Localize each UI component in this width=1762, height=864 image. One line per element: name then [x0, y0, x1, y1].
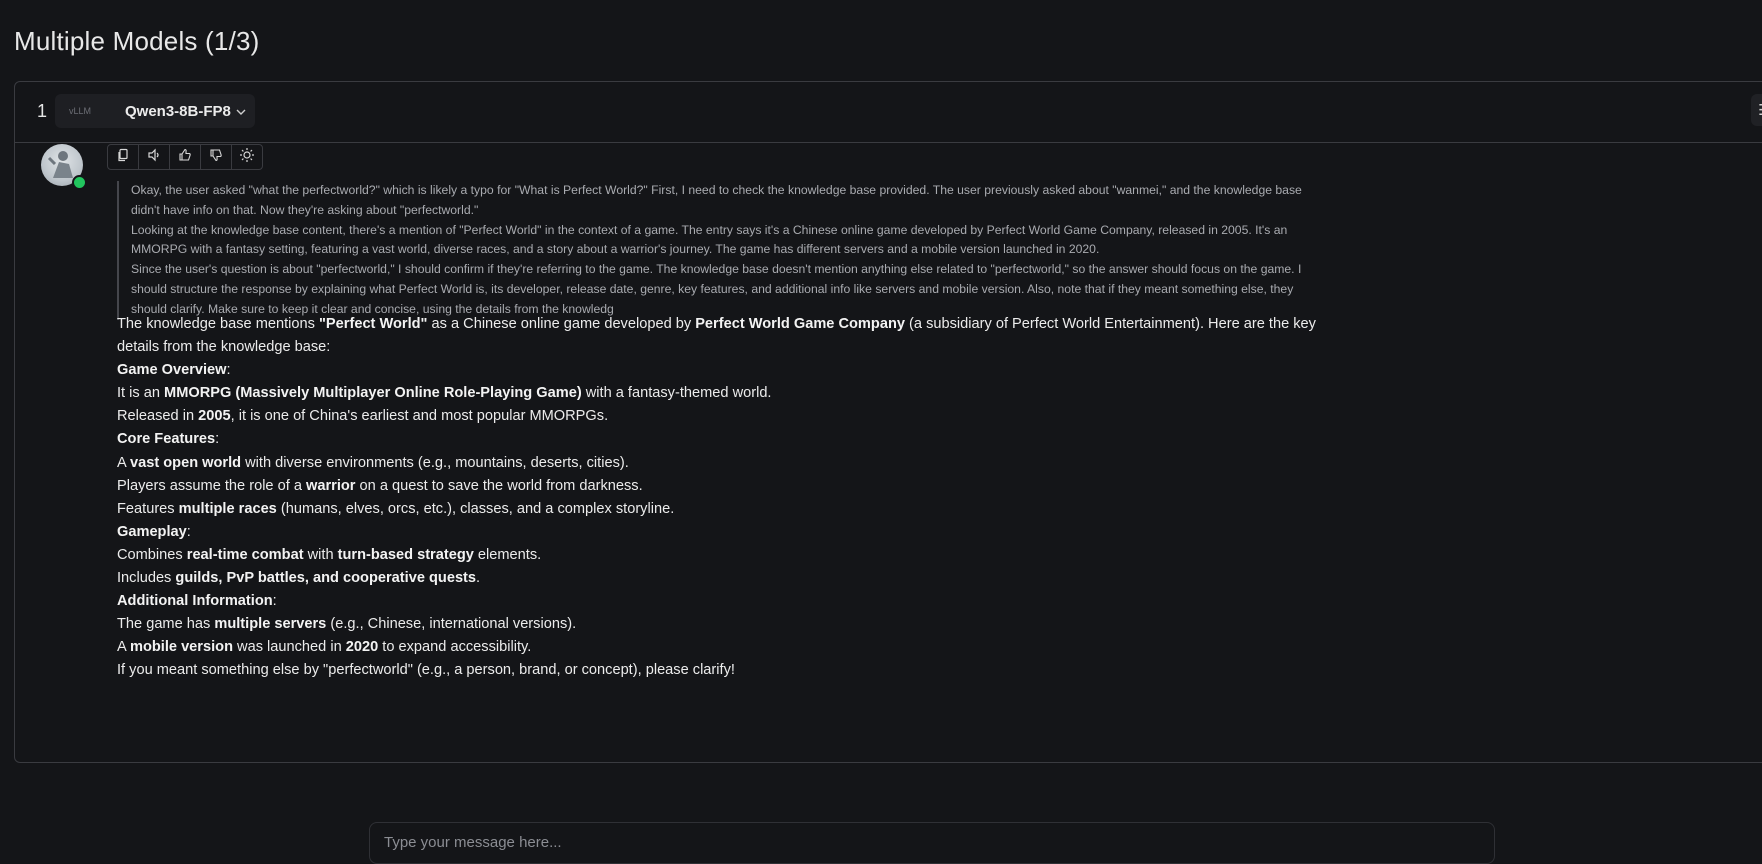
copy-icon	[116, 148, 130, 167]
section-heading: Core Features:	[117, 431, 220, 448]
answer-line: A mobile version was launched in 2020 to…	[117, 639, 532, 656]
reasoning-paragraph: Looking at the knowledge base content, t…	[131, 222, 1288, 257]
speaker-icon	[147, 148, 161, 167]
reasoning-paragraph: Okay, the user asked "what the perfectwo…	[131, 183, 1302, 217]
model-index: 1	[37, 101, 48, 121]
online-status-dot	[72, 175, 87, 190]
thumbs-up-icon	[178, 148, 192, 167]
message-input[interactable]	[382, 831, 1476, 853]
model-name: Qwen3-8B-FP8	[125, 102, 231, 120]
answer-line: Features multiple races (humans, elves, …	[117, 500, 675, 517]
thumbs-up-button[interactable]	[170, 145, 201, 169]
reasoning-paragraph: Since the user's question is about "perf…	[131, 262, 1302, 316]
vllm-logo-icon: vLLM	[69, 106, 92, 116]
answer-line: The game has multiple servers (e.g., Chi…	[117, 616, 577, 633]
chevron-down-icon	[235, 105, 247, 117]
page-title: Multiple Models (1/3)	[14, 26, 260, 56]
model-selector[interactable]: vLLM Qwen3-8B-FP8	[55, 94, 255, 128]
model-response-panel: 1 vLLM Qwen3-8B-FP8 ☰	[14, 81, 1762, 763]
answer-line: Combines real-time combat with turn-base…	[117, 546, 542, 563]
section-heading: Game Overview:	[117, 362, 231, 379]
copy-button[interactable]	[108, 145, 139, 169]
answer-intro: The knowledge base mentions "Perfect Wor…	[117, 316, 1316, 356]
answer-line: A vast open world with diverse environme…	[117, 454, 629, 471]
answer-line: Released in 2005, it is one of China's e…	[117, 408, 609, 425]
lightbulb-icon	[239, 147, 255, 168]
thumbs-down-button[interactable]	[201, 145, 232, 169]
reasoning-block: Okay, the user asked "what the perfectwo…	[117, 181, 1321, 320]
answer-line: It is an MMORPG (Massively Multiplayer O…	[117, 385, 772, 402]
message-composer	[369, 822, 1495, 864]
panel-header: 1 vLLM Qwen3-8B-FP8 ☰	[15, 82, 1762, 143]
section-heading: Additional Information:	[117, 593, 277, 610]
answer-content: The knowledge base mentions "Perfect Wor…	[117, 313, 1317, 683]
answer-line: Players assume the role of a warrior on …	[117, 477, 643, 494]
menu-icon[interactable]: ☰	[1751, 94, 1762, 126]
section-heading: Gameplay:	[117, 523, 191, 540]
explain-button[interactable]	[232, 145, 262, 169]
message-toolbar	[107, 144, 263, 170]
answer-closing: If you meant something else by "perfectw…	[117, 662, 735, 679]
read-aloud-button[interactable]	[139, 145, 170, 169]
thumbs-down-icon	[209, 148, 223, 167]
answer-line: Includes guilds, PvP battles, and cooper…	[117, 570, 481, 587]
